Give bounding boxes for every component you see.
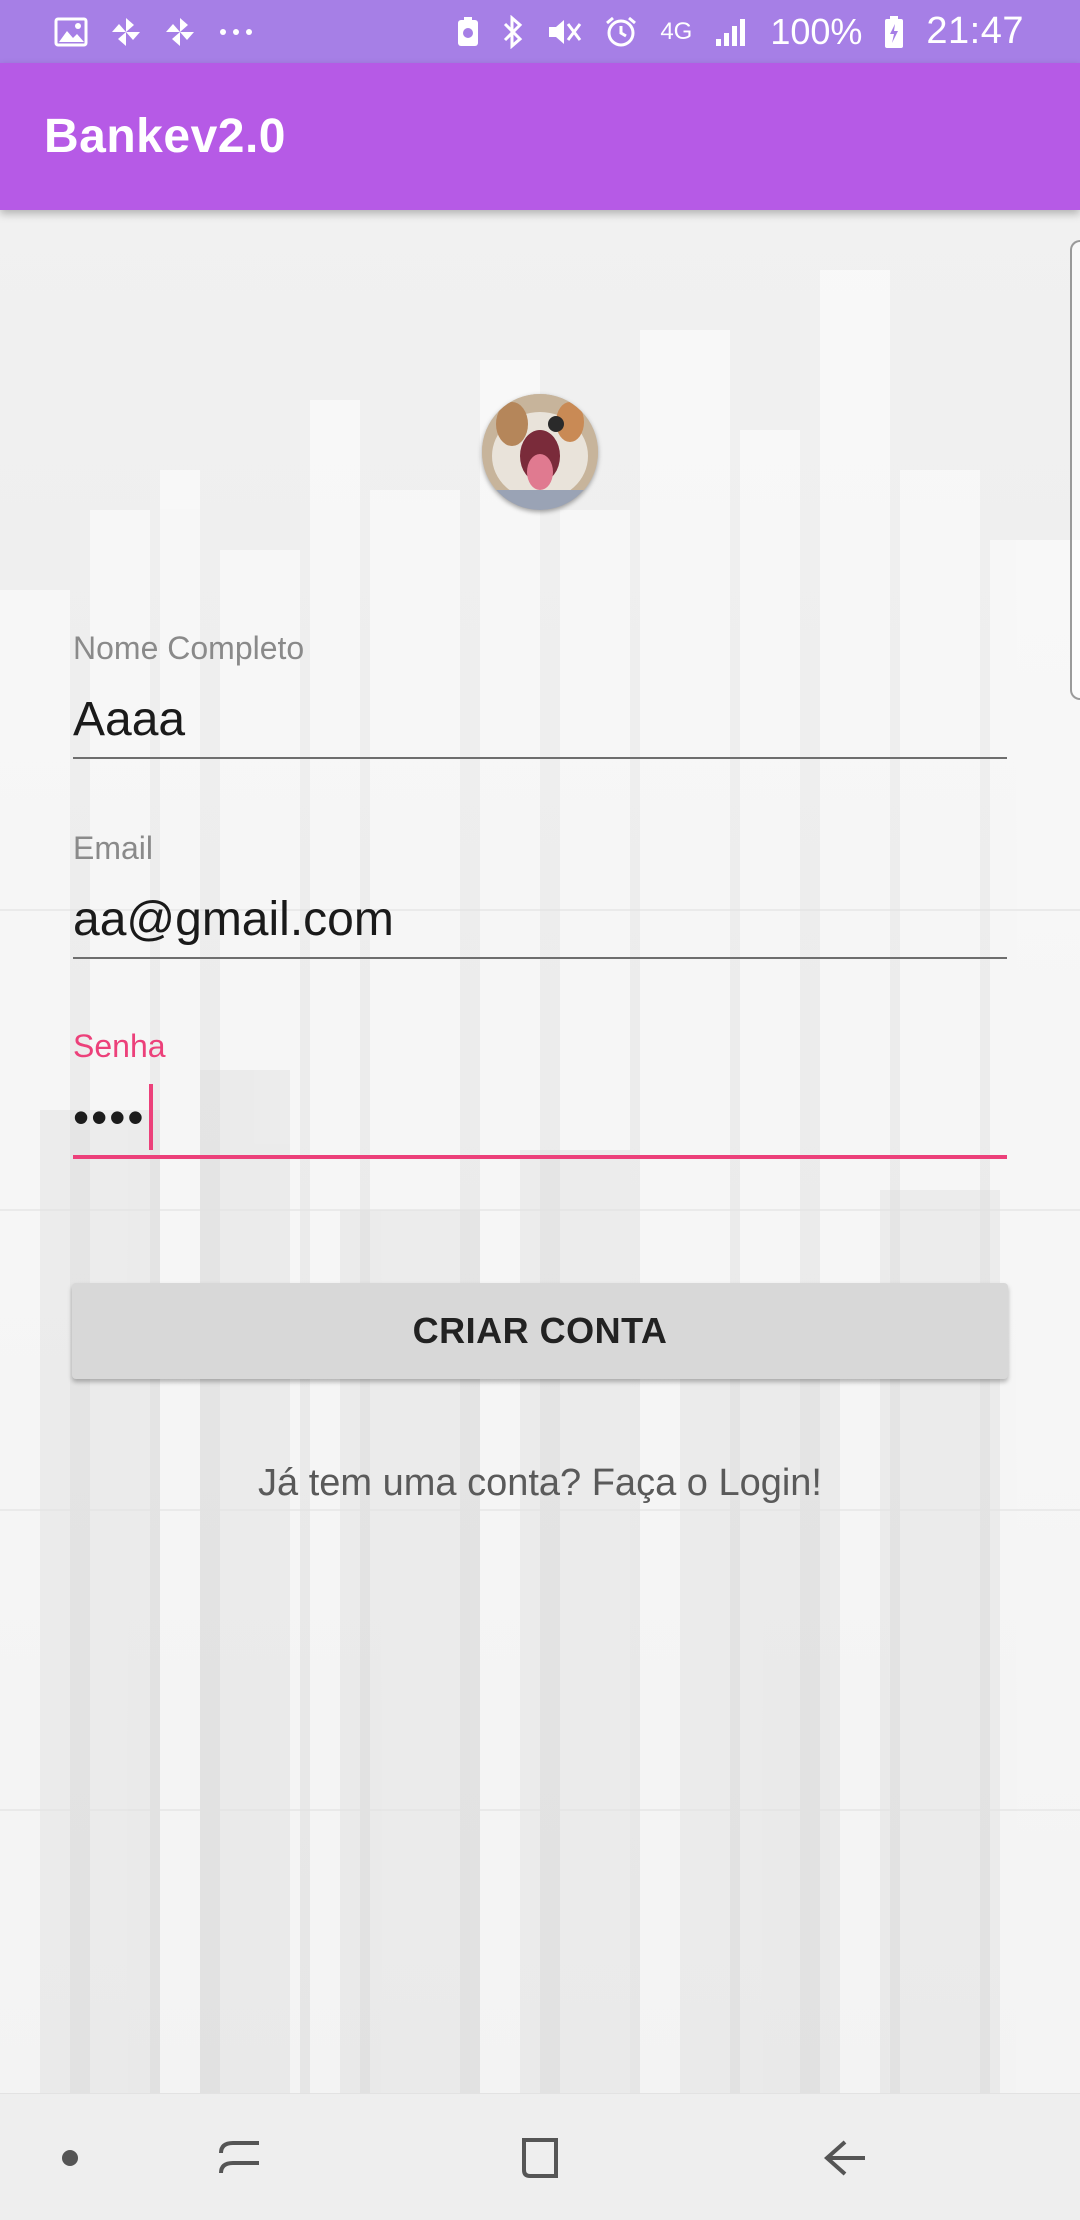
battery-icon (884, 12, 904, 52)
full-name-field[interactable]: Nome Completo Aaaa (73, 630, 1007, 759)
bluetooth-icon (502, 12, 524, 52)
pinwheel-icon (164, 12, 196, 52)
status-bar: 4G 100% 21:47 (0, 0, 1080, 63)
app-bar: Bankev2.0 (0, 63, 1080, 210)
create-account-button[interactable]: CRIAR CONTA (72, 1283, 1008, 1379)
status-left-icons (54, 12, 254, 52)
full-name-underline (73, 757, 1007, 759)
mute-icon (546, 12, 582, 52)
email-field[interactable]: Email aa@gmail.com (73, 830, 1007, 959)
clock: 21:47 (926, 10, 1024, 52)
recents-button[interactable] (190, 2094, 290, 2220)
dot-icon (62, 2149, 78, 2166)
pinwheel-icon (110, 12, 142, 52)
text-cursor (149, 1084, 154, 1150)
password-input[interactable]: •••• (73, 1084, 1007, 1150)
password-field[interactable]: Senha •••• (73, 1028, 1007, 1159)
nav-dot-button[interactable] (30, 2094, 110, 2220)
signal-icon (714, 12, 748, 52)
email-underline (73, 957, 1007, 959)
password-label: Senha (73, 1028, 166, 1064)
profile-avatar[interactable] (482, 394, 598, 510)
back-button[interactable] (795, 2094, 895, 2220)
email-input[interactable]: aa@gmail.com (73, 891, 1007, 947)
home-icon (522, 2137, 558, 2178)
login-link[interactable]: Já tem uma conta? Faça o Login! (0, 1462, 1080, 1505)
home-button[interactable] (490, 2094, 590, 2220)
navigation-bar (0, 2093, 1080, 2220)
full-name-input[interactable]: Aaaa (73, 691, 1007, 747)
password-dots: •••• (73, 1091, 146, 1143)
status-right-icons: 4G 100% 21:47 (456, 10, 1024, 53)
alarm-icon (604, 12, 638, 52)
register-screen: Nome Completo Aaaa Email aa@gmail.com Se… (0, 210, 1080, 2093)
password-underline (73, 1155, 1007, 1159)
back-icon (823, 2140, 865, 2175)
full-name-label: Nome Completo (73, 630, 305, 666)
nfc-icon (456, 12, 480, 52)
scroll-indicator (1070, 240, 1080, 700)
more-dots-icon (218, 12, 254, 52)
recents-icon (219, 2140, 259, 2173)
battery-percent: 100% (770, 10, 863, 52)
email-label: Email (73, 830, 154, 866)
gallery-icon (54, 12, 88, 52)
dog-photo-icon (482, 394, 598, 510)
network-type: 4G (660, 17, 693, 45)
app-title: Bankev2.0 (44, 110, 286, 163)
